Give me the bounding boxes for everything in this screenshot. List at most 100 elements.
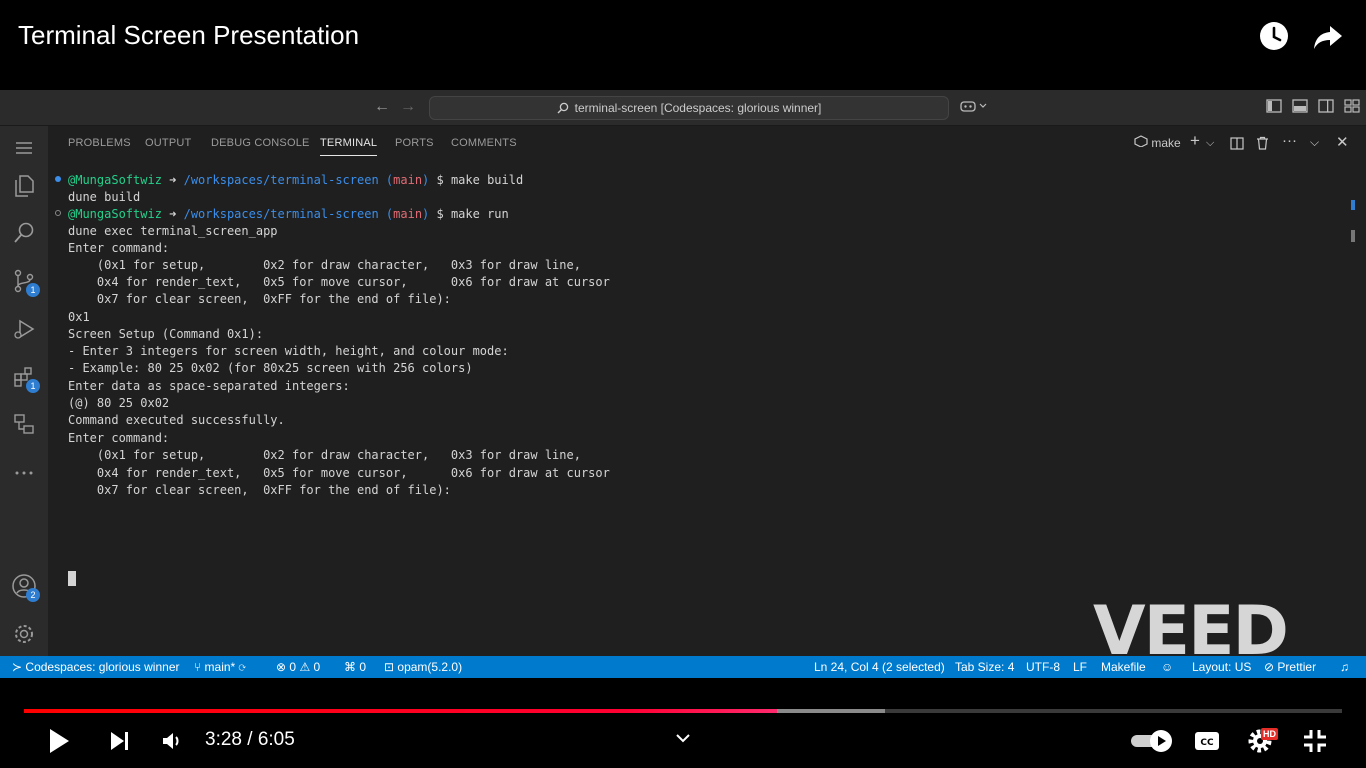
title-bar: ← → terminal-screen [Codespaces: gloriou… (0, 90, 1366, 126)
error-icon: ⊗ (276, 660, 287, 674)
prompt-line-run: @MungaSoftwiz ➜ /workspaces/terminal-scr… (68, 207, 509, 221)
output-line: (0x1 for setup, 0x2 for draw character, … (68, 448, 581, 462)
output-line: (0x1 for setup, 0x2 for draw character, … (68, 258, 581, 272)
opam-indicator[interactable]: ⊡ opam(5.2.0) (384, 660, 462, 674)
more-views-icon[interactable] (10, 459, 38, 487)
problems-indicator[interactable]: ⊗ 0 ⚠ 0 (276, 660, 320, 674)
warning-icon: ⚠ (299, 660, 311, 674)
extensions-badge: 1 (26, 379, 40, 393)
output-line: 0x1 (68, 310, 90, 324)
command-running-decoration (55, 210, 61, 216)
toggle-panel-icon[interactable] (1292, 99, 1308, 113)
output-line: (@) 80 25 0x02 (68, 396, 170, 410)
volume-icon[interactable] (158, 728, 186, 754)
accounts-icon[interactable]: 2 (10, 572, 40, 602)
progress-played (24, 709, 777, 713)
autoplay-toggle[interactable] (1128, 728, 1176, 754)
tab-ports[interactable]: PORTS (395, 137, 434, 149)
command-center-search[interactable]: terminal-screen [Codespaces: glorious wi… (429, 96, 949, 120)
close-panel-icon[interactable]: ✕ (1336, 133, 1349, 151)
extensions-icon[interactable]: 1 (10, 363, 40, 393)
menu-icon[interactable] (10, 134, 38, 162)
customize-layout-icon[interactable] (1344, 99, 1360, 113)
output-line: 0x4 for render_text, 0x5 for move cursor… (68, 275, 610, 289)
encoding[interactable]: UTF-8 (1026, 660, 1060, 674)
terminal-selector[interactable]: make (1134, 135, 1181, 150)
branch-icon: ⑂ (194, 660, 202, 674)
watch-later-icon[interactable] (1256, 18, 1292, 54)
hd-badge: HD (1261, 728, 1278, 740)
search-icon (557, 102, 568, 114)
ports-indicator[interactable]: ⌘ 0 (344, 660, 366, 674)
trash-icon[interactable] (1256, 136, 1269, 150)
branch-indicator[interactable]: ⑂ main* ⟳ (194, 660, 246, 674)
tab-debug-console[interactable]: DEBUG CONSOLE (211, 137, 310, 149)
terminal-profile-icon (1134, 135, 1148, 148)
output-line: - Example: 80 25 0x02 (for 80x25 screen … (68, 361, 473, 375)
new-terminal-icon[interactable]: + (1190, 131, 1200, 151)
next-video-icon[interactable] (106, 728, 134, 754)
output-line: Screen Setup (Command 0x1): (68, 327, 264, 341)
remote-explorer-icon[interactable] (10, 410, 38, 438)
output-line: 0x7 for clear screen, 0xFF for the end o… (68, 483, 451, 497)
output-line: Enter command: (68, 431, 170, 445)
end-of-line[interactable]: LF (1073, 660, 1087, 674)
source-control-icon[interactable]: 1 (10, 267, 40, 297)
maximize-panel-chevron-icon[interactable]: ⌵ (1310, 135, 1319, 150)
output-line: 0x4 for render_text, 0x5 for move cursor… (68, 466, 610, 480)
output-line: dune exec terminal_screen_app (68, 224, 278, 238)
tab-terminal[interactable]: TERMINAL (320, 137, 378, 156)
scrollbar-marker (1351, 200, 1355, 210)
terminal-cursor (68, 571, 76, 586)
split-terminal-icon[interactable] (1230, 137, 1244, 150)
output-line: Enter command: (68, 241, 170, 255)
share-icon[interactable] (1310, 18, 1346, 54)
radio-tower-icon: ⌘ (344, 660, 356, 674)
search-icon[interactable] (10, 219, 38, 247)
forward-arrow-icon[interactable]: → (400, 98, 416, 116)
output-line: 0x7 for clear screen, 0xFF for the end o… (68, 292, 451, 306)
copilot-icon[interactable] (960, 99, 988, 116)
panel-tabs: PROBLEMS OUTPUT DEBUG CONSOLE TERMINAL P… (48, 126, 1366, 160)
tab-size[interactable]: Tab Size: 4 (955, 660, 1014, 674)
explorer-icon[interactable] (10, 172, 38, 200)
tab-output[interactable]: OUTPUT (145, 137, 191, 149)
time-display: 3:28 / 6:05 (205, 729, 295, 750)
toggle-primary-sidebar-icon[interactable] (1266, 99, 1282, 113)
cursor-position[interactable]: Ln 24, Col 4 (2 selected) (814, 660, 945, 674)
tab-problems[interactable]: PROBLEMS (68, 137, 131, 149)
output-line: Command executed successfully. (68, 413, 285, 427)
toggle-secondary-sidebar-icon[interactable] (1318, 99, 1334, 113)
settings-gear-icon[interactable]: HD (1245, 724, 1283, 756)
more-actions-icon[interactable]: ··· (1282, 132, 1297, 149)
run-and-debug-icon[interactable] (10, 315, 38, 343)
settings-gear-icon[interactable] (10, 620, 38, 648)
command-success-decoration (55, 176, 61, 182)
chevron-down-icon[interactable]: ⌵ (1206, 137, 1214, 150)
time-current: 3:28 (205, 729, 242, 750)
play-icon[interactable] (44, 726, 74, 756)
svg-text:CC: CC (1200, 738, 1214, 748)
vscode-window: ← → terminal-screen [Codespaces: gloriou… (0, 90, 1366, 678)
chevron-down-icon[interactable] (672, 728, 694, 748)
exit-fullscreen-icon[interactable] (1300, 727, 1330, 755)
accounts-badge: 2 (26, 588, 40, 602)
captions-icon[interactable]: CC (1192, 728, 1222, 754)
tab-comments[interactable]: COMMENTS (451, 137, 517, 149)
output-line: - Enter 3 integers for screen width, hei… (68, 344, 509, 358)
video-title: Terminal Screen Presentation (18, 20, 360, 50)
remote-indicator[interactable]: ≻ Codespaces: glorious winner (12, 660, 180, 674)
scrollbar-marker (1351, 230, 1355, 242)
output-line: dune build (68, 190, 141, 204)
command-center-text: terminal-screen [Codespaces: glorious wi… (574, 101, 822, 115)
time-total: 6:05 (257, 729, 295, 750)
notifications-bell-icon[interactable]: ♫ (1340, 660, 1349, 674)
remote-icon: ≻ (12, 660, 23, 674)
opam-icon: ⊡ (384, 660, 395, 674)
prompt-line-build: @MungaSoftwiz ➜ /workspaces/terminal-scr… (68, 173, 524, 187)
back-arrow-icon[interactable]: ← (374, 98, 390, 116)
terminal-output[interactable]: @MungaSoftwiz ➜ /workspaces/terminal-scr… (48, 160, 1348, 656)
source-control-badge: 1 (26, 283, 40, 297)
veed-watermark: VEED (1093, 592, 1289, 671)
terminal-name: make (1151, 136, 1181, 150)
